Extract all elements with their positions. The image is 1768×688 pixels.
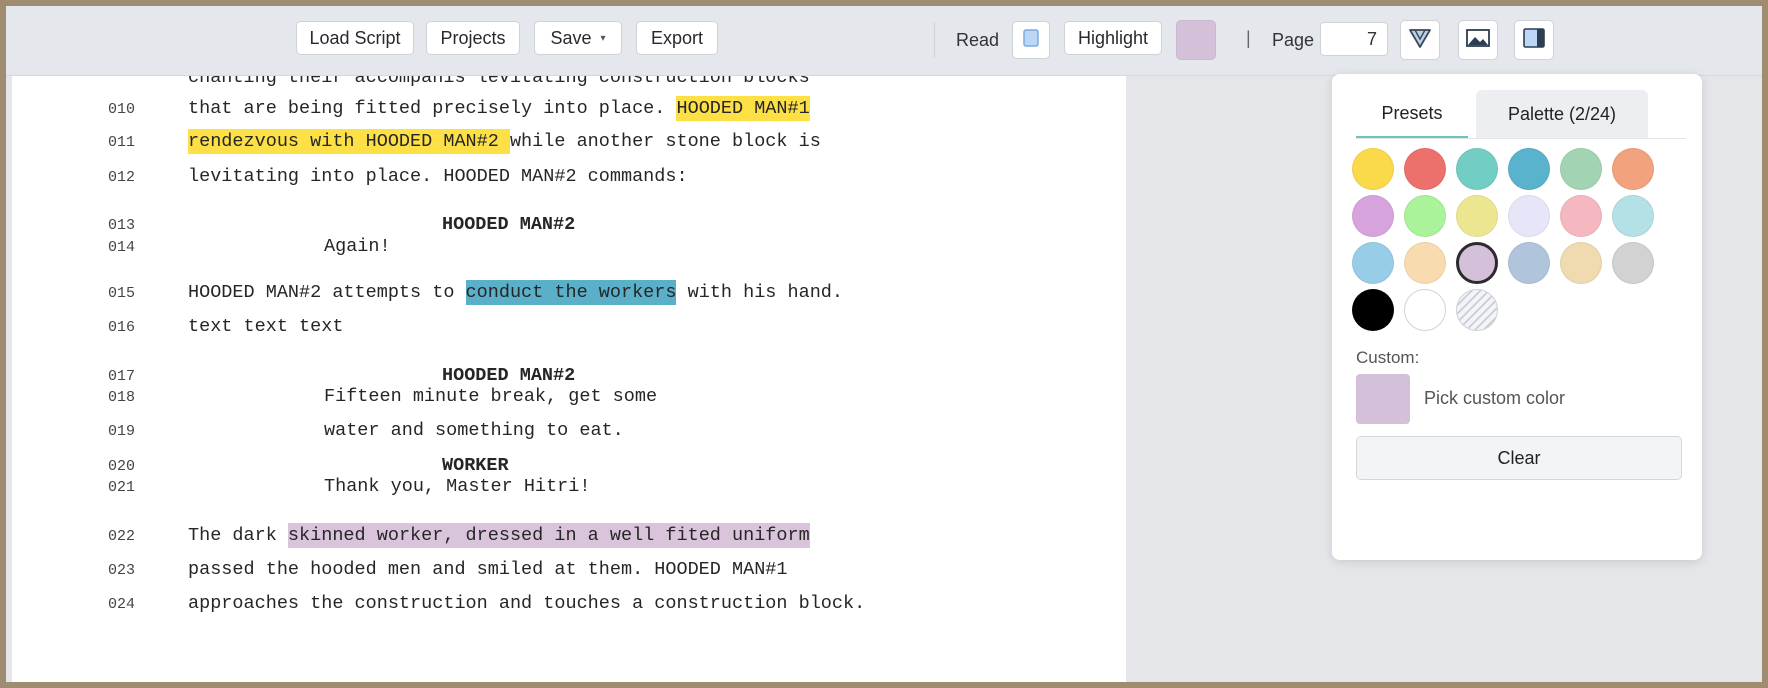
color-swatch[interactable] [1352, 195, 1394, 237]
highlight-button[interactable]: Highlight [1064, 21, 1162, 55]
save-button-label: Save [550, 27, 592, 48]
line-number: 024 [108, 596, 136, 613]
toolbar-separator: | [1246, 28, 1251, 48]
action-line[interactable]: rendezvous with HOODED MAN#2 while anoth… [188, 129, 821, 154]
line-number: 016 [108, 319, 136, 336]
custom-label: Custom: [1356, 348, 1420, 367]
line-number: 019 [108, 423, 136, 440]
color-swatch[interactable] [1404, 148, 1446, 190]
highlighted-text: skinned worker, dressed in a well fited … [287, 523, 810, 548]
dialogue-line[interactable]: Fifteen minute break, get some [324, 386, 657, 407]
tab-presets[interactable]: Presets [1356, 90, 1468, 138]
toolbar-divider [934, 22, 935, 58]
export-button[interactable]: Export [636, 21, 718, 55]
color-swatch[interactable] [1612, 148, 1654, 190]
dialogue-line[interactable]: Thank you, Master Hitri! [324, 476, 590, 497]
image-icon [1466, 28, 1490, 52]
script-text: HOODED MAN#2 attempts to [188, 282, 466, 303]
color-swatch[interactable] [1560, 195, 1602, 237]
action-line[interactable]: passed the hooded men and smiled at them… [188, 559, 788, 580]
read-toggle-button[interactable] [1012, 21, 1050, 59]
action-line[interactable]: levitating into place. HOODED MAN#2 comm… [188, 166, 688, 187]
toolbar: Load Script Projects Save ▾ Export Read … [6, 6, 1762, 76]
page-label: Page [1272, 30, 1315, 50]
line-number: 012 [108, 169, 136, 186]
color-swatch[interactable] [1404, 242, 1446, 284]
highlight-color-panel: Presets Palette (2/24) Custom: Pick cust… [1332, 74, 1702, 560]
script-text: while another stone block is [509, 131, 821, 152]
highlighted-text: rendezvous with HOODED MAN#2 [188, 129, 510, 154]
character-name[interactable]: HOODED MAN#2 [442, 214, 575, 235]
line-number: 015 [108, 285, 136, 302]
color-swatch[interactable] [1508, 195, 1550, 237]
highlighted-text: HOODED MAN#1 [676, 96, 810, 121]
projects-button[interactable]: Projects [426, 21, 520, 55]
color-swatch[interactable] [1404, 195, 1446, 237]
color-swatch[interactable] [1508, 148, 1550, 190]
clear-button[interactable]: Clear [1356, 436, 1682, 480]
panel-toggle-button[interactable] [1514, 20, 1554, 60]
tab-palette[interactable]: Palette (2/24) [1476, 90, 1648, 138]
line-number: 017 [108, 368, 136, 385]
color-swatch[interactable] [1352, 148, 1394, 190]
read-label: Read [956, 30, 1000, 50]
no-color-swatch[interactable] [1456, 289, 1498, 331]
line-number: 022 [108, 528, 136, 545]
script-text: that are being fitted precisely into pla… [188, 98, 677, 119]
color-swatch[interactable] [1352, 242, 1394, 284]
line-number: 018 [108, 389, 136, 406]
color-swatch[interactable] [1456, 195, 1498, 237]
line-number: 020 [108, 458, 136, 475]
script-text: with his hand. [676, 282, 844, 303]
image-button[interactable] [1458, 20, 1498, 60]
line-number: 010 [108, 101, 136, 118]
custom-color-swatch[interactable] [1356, 374, 1410, 424]
action-line[interactable]: The dark skinned worker, dressed in a we… [188, 523, 810, 548]
pen-tip-icon [1408, 27, 1432, 54]
save-button[interactable]: Save ▾ [534, 21, 622, 55]
page-number-input[interactable] [1320, 22, 1388, 56]
action-line[interactable]: chanting their accompanis levitating con… [188, 76, 810, 88]
highlight-color-swatch[interactable] [1176, 20, 1216, 60]
chevron-down-icon: ▾ [600, 32, 606, 44]
line-number: 021 [108, 479, 136, 496]
color-swatch[interactable] [1456, 148, 1498, 190]
read-toggle-icon [1023, 28, 1039, 52]
color-swatch[interactable] [1612, 195, 1654, 237]
color-swatch[interactable] [1456, 242, 1498, 284]
pick-custom-color-link[interactable]: Pick custom color [1424, 388, 1565, 409]
script-text: The dark [188, 525, 288, 546]
line-number: 014 [108, 239, 136, 256]
action-line[interactable]: that are being fitted precisely into pla… [188, 96, 810, 121]
line-number: 013 [108, 217, 136, 234]
pen-tool-button[interactable] [1400, 20, 1440, 60]
line-number: 011 [108, 134, 136, 151]
dialogue-line[interactable]: Again! [324, 236, 391, 257]
line-number: 023 [108, 562, 136, 579]
action-line[interactable]: HOODED MAN#2 attempts to conduct the wor… [188, 280, 844, 305]
panel-toggle-icon [1523, 27, 1545, 53]
color-swatch[interactable] [1404, 289, 1446, 331]
character-name[interactable]: HOODED MAN#2 [442, 365, 575, 386]
app-window: Load Script Projects Save ▾ Export Read … [0, 0, 1768, 688]
highlighted-text: conduct the workers [465, 280, 677, 305]
character-name[interactable]: WORKER [442, 455, 509, 476]
color-swatch[interactable] [1508, 242, 1550, 284]
load-script-button[interactable]: Load Script [296, 21, 414, 55]
color-swatch[interactable] [1612, 242, 1654, 284]
color-swatch[interactable] [1352, 289, 1394, 331]
color-swatch[interactable] [1560, 148, 1602, 190]
action-line[interactable]: approaches the construction and touches … [188, 593, 865, 614]
dialogue-line[interactable]: water and something to eat. [324, 420, 624, 441]
script-page: chanting their accompanis levitating con… [12, 76, 1126, 682]
tab-divider [1356, 138, 1686, 139]
action-line[interactable]: text text text [188, 316, 343, 337]
color-swatch[interactable] [1560, 242, 1602, 284]
